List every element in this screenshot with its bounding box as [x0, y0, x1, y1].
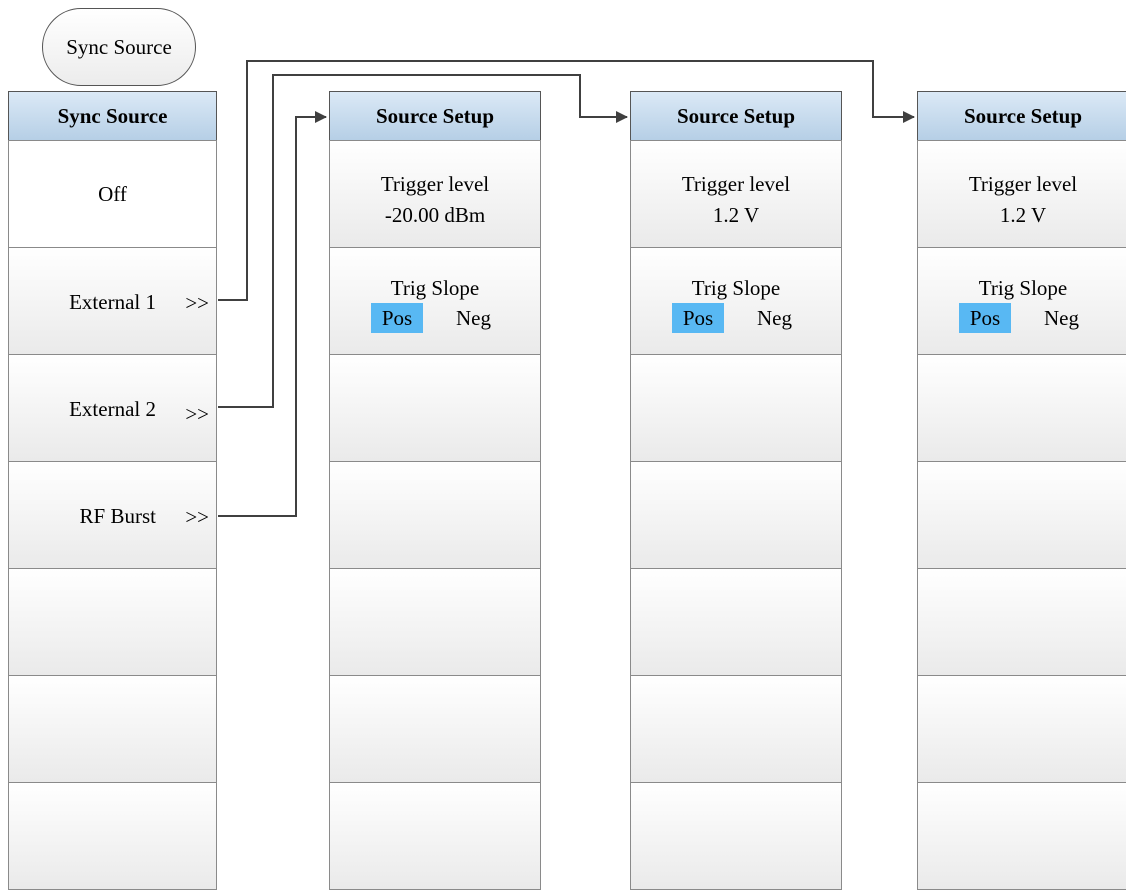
- connector-external-2: [218, 74, 628, 408]
- connector-external-1: [218, 60, 915, 301]
- connector-lines: [218, 60, 915, 517]
